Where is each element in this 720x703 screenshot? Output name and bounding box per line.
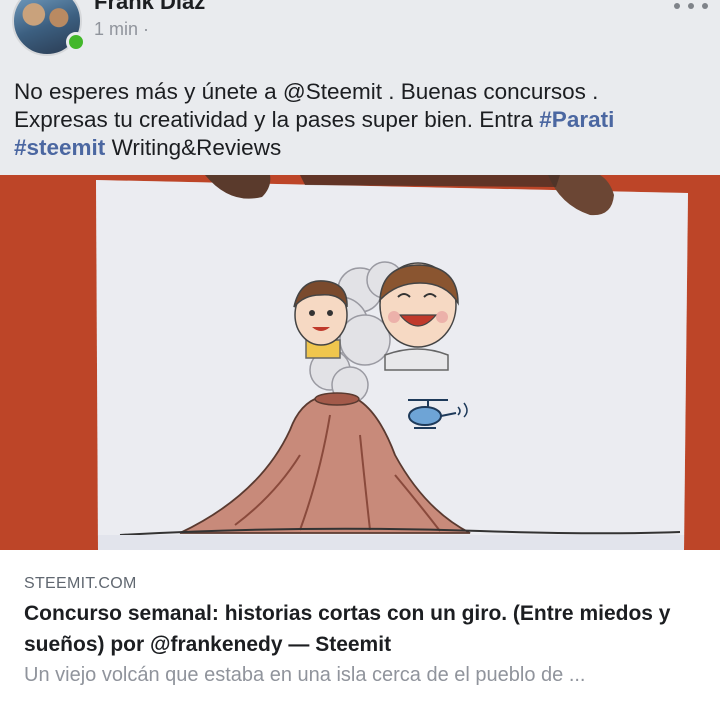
post-text-end: Writing&Reviews [111, 135, 282, 160]
post-meta: 1 min · [94, 19, 149, 40]
meta-separator: · [143, 19, 150, 39]
link-description: Un viejo volcán que estaba en una isla c… [24, 664, 586, 686]
dot-icon [674, 3, 680, 9]
online-status-icon [66, 32, 86, 52]
link-preview-card[interactable]: STEEMIT.COM Concurso semanal: historias … [0, 550, 720, 703]
post-timestamp[interactable]: 1 min [94, 19, 138, 39]
post-header: Frank Díaz 1 min · No esperes más y únet… [0, 0, 720, 175]
link-title[interactable]: Concurso semanal: historias cortas con u… [24, 598, 704, 660]
more-options-button[interactable] [674, 0, 708, 18]
post-text: No esperes más y únete a @Steemit . Buen… [14, 78, 704, 162]
dot-icon [688, 3, 694, 9]
link-domain: STEEMIT.COM [24, 575, 137, 592]
post-text-line1: No esperes más y únete a @Steemit . Buen… [14, 79, 599, 104]
link-preview-image[interactable] [0, 175, 720, 550]
post-text-line2: Expresas tu creatividad y la pases super… [14, 107, 534, 132]
author-name[interactable]: Frank Díaz [94, 0, 205, 15]
hashtag-steemit[interactable]: #steemit [14, 135, 105, 160]
volcano-drawing-illustration [0, 175, 720, 550]
hashtag-parati[interactable]: #Parati [539, 107, 614, 132]
dot-icon [702, 3, 708, 9]
